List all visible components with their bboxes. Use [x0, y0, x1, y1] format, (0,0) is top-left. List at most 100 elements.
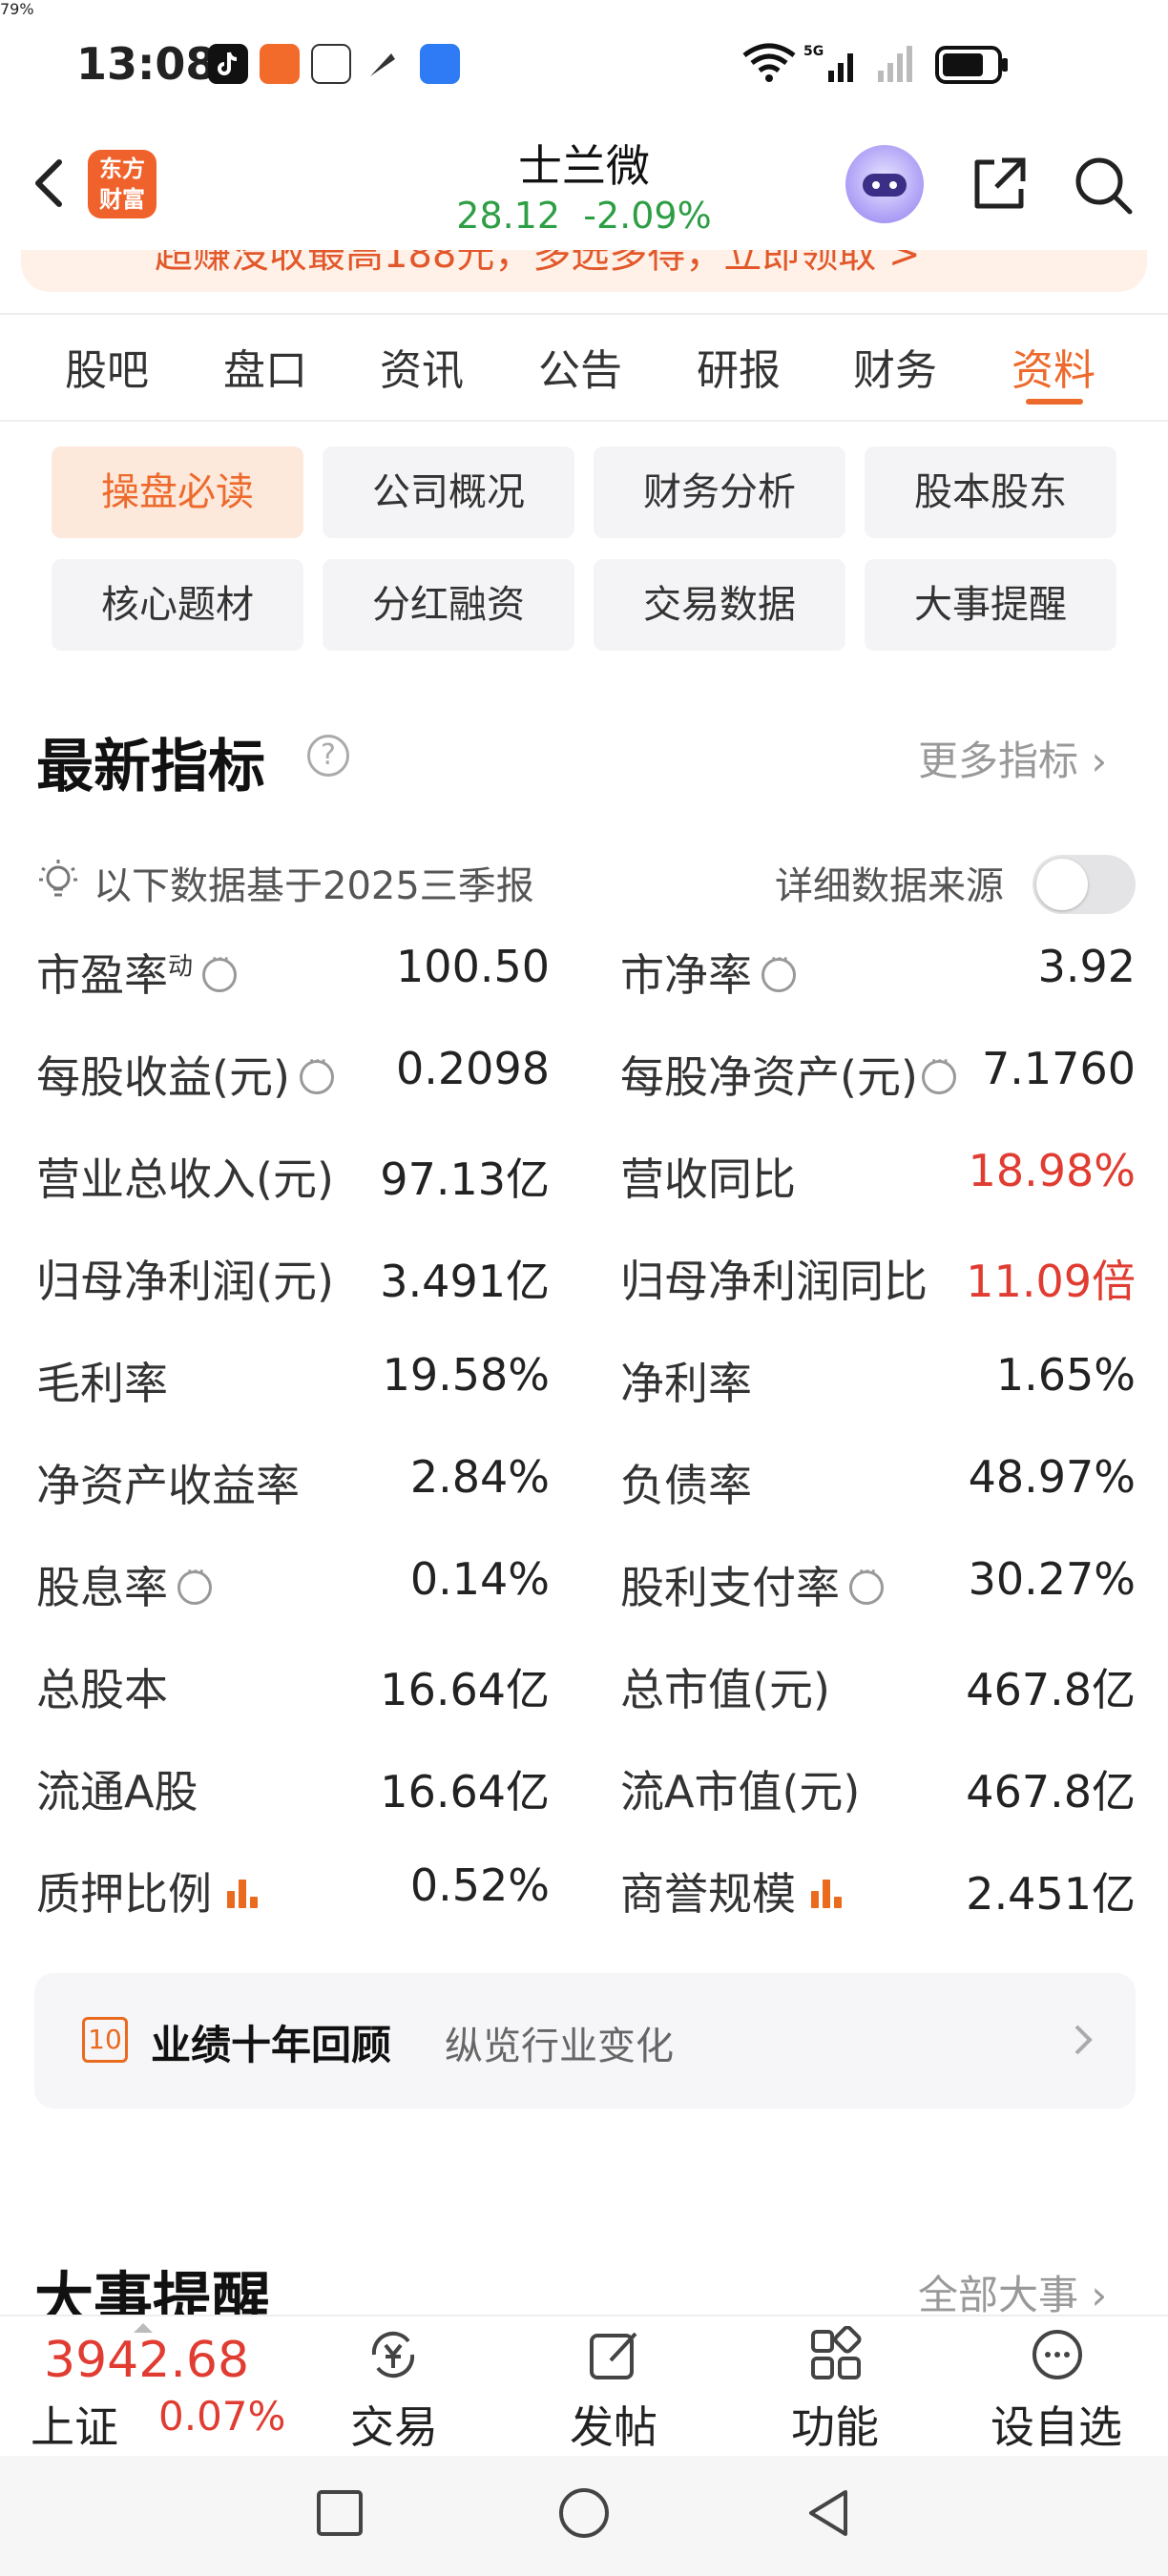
metric-value-roe: 2.84%	[409, 1451, 550, 1503]
metric-value-float-market-cap: 467.8亿	[966, 1766, 1136, 1818]
metric-label-goodwill: 商誉规模	[620, 1859, 845, 1922]
ai-assistant-avatar[interactable]	[845, 145, 924, 223]
eastmoney-logo[interactable]: 东方 财富	[88, 150, 156, 218]
search-icon[interactable]	[1071, 153, 1136, 218]
metric-value-payout-ratio: 30.27%	[968, 1553, 1136, 1605]
index-name[interactable]: 上证	[31, 2393, 118, 2456]
data-source-label: 详细数据来源	[775, 864, 1004, 908]
douyin-icon	[208, 44, 248, 84]
tab-news[interactable]: 资讯	[380, 336, 464, 397]
toggle-knob	[1036, 859, 1088, 910]
signal-5g-icon: 5G	[803, 42, 861, 88]
stock-change: -2.09%	[583, 195, 712, 237]
chip-shareholders[interactable]: 股本股东	[865, 447, 1116, 538]
metric-value-pe: 100.50	[396, 941, 550, 992]
metric-label-market-cap: 总市值(元)	[620, 1664, 830, 1715]
chip-event-reminders[interactable]: 大事提醒	[865, 559, 1116, 651]
chip-trading-essentials[interactable]: 操盘必读	[52, 447, 303, 538]
trade-icon[interactable]	[365, 2326, 422, 2383]
index-value[interactable]: 3942.68	[44, 2332, 249, 2389]
metric-value-net-margin: 1.65%	[995, 1349, 1136, 1401]
metric-label-roe: 净资产收益率	[36, 1460, 300, 1511]
chevron-right-icon	[1071, 2021, 1097, 2059]
home-icon[interactable]	[557, 2486, 611, 2540]
tab-finance[interactable]: 财务	[853, 336, 937, 397]
metric-value-float-shares: 16.64亿	[380, 1766, 550, 1818]
tab-pankou[interactable]: 盘口	[223, 336, 307, 397]
section-title-indicators: 最新指标	[36, 734, 265, 800]
info-dots-icon[interactable]	[177, 1558, 212, 1605]
recent-apps-icon[interactable]	[313, 2486, 366, 2540]
metric-label-net-profit-yoy: 归母净利润同比	[620, 1256, 928, 1307]
metric-label-net-profit: 归母净利润(元)	[36, 1256, 334, 1307]
bar-chart-icon[interactable]	[225, 1876, 261, 1908]
chip-core-themes[interactable]: 核心题材	[52, 559, 303, 651]
tab-active-indicator	[1026, 399, 1083, 405]
index-change[interactable]: 0.07%	[158, 2393, 285, 2440]
data-source-toggle[interactable]	[1032, 855, 1136, 914]
metric-label-pb: 市净率	[620, 941, 796, 1004]
tab-profile[interactable]: 资料	[1012, 336, 1095, 397]
metric-value-pb: 3.92	[1037, 941, 1136, 992]
metric-value-revenue: 97.13亿	[380, 1153, 550, 1205]
info-dots-icon[interactable]	[849, 1558, 884, 1605]
lightbulb-icon	[36, 857, 80, 904]
post-icon[interactable]	[586, 2326, 643, 2383]
ten-year-icon: 10	[82, 2017, 128, 2063]
nav-trade[interactable]: 交易	[323, 2393, 466, 2456]
nav-post[interactable]: 发帖	[542, 2393, 685, 2456]
metric-label-net-margin: 净利率	[620, 1358, 752, 1409]
bar-chart-icon[interactable]	[809, 1876, 845, 1908]
metric-label-payout-ratio: 股利支付率	[620, 1553, 884, 1616]
nav-add-watchlist[interactable]: 设自选	[985, 2393, 1128, 2456]
status-time: 13:08	[76, 38, 217, 90]
chip-dividends-financing[interactable]: 分红融资	[323, 559, 574, 651]
metric-label-total-shares: 总股本	[36, 1664, 168, 1715]
metric-value-market-cap: 467.8亿	[966, 1664, 1136, 1715]
promo-banner-text: 超赚没收最高188元，多选多得，立即领取 >	[155, 250, 921, 277]
more-indicators-link[interactable]: 更多指标 ›	[918, 729, 1107, 787]
metric-label-eps: 每股收益(元)	[36, 1043, 334, 1106]
info-dots-icon[interactable]	[761, 945, 796, 992]
metric-value-net-profit-yoy: 11.09倍	[966, 1256, 1136, 1307]
metric-value-pledge-ratio: 0.52%	[409, 1859, 550, 1911]
metric-value-net-profit: 3.491亿	[380, 1256, 550, 1307]
info-dots-icon[interactable]	[299, 1048, 334, 1094]
all-events-link[interactable]: 全部大事 ›	[918, 2263, 1107, 2321]
chip-company-overview[interactable]: 公司概况	[323, 447, 574, 538]
review-title: 业绩十年回顾	[151, 2022, 392, 2068]
metric-label-pledge-ratio: 质押比例	[36, 1859, 261, 1922]
metric-label-revenue-yoy: 营收同比	[620, 1153, 796, 1205]
metric-label-pe: 市盈率动	[36, 941, 238, 1004]
functions-icon[interactable]	[807, 2325, 865, 2383]
data-basis-note: 以下数据基于2025三季报	[94, 864, 534, 908]
tab-guba[interactable]: 股吧	[65, 336, 149, 397]
kuaishou-icon	[260, 44, 300, 84]
metric-value-bvps: 7.1760	[982, 1043, 1136, 1094]
share-icon[interactable]	[968, 153, 1031, 216]
metric-value-debt-ratio: 48.97%	[968, 1451, 1136, 1503]
stock-name: 士兰微	[518, 140, 650, 192]
metric-label-dividend-yield: 股息率	[36, 1553, 212, 1616]
metric-value-eps: 0.2098	[396, 1043, 550, 1094]
metric-value-gross-margin: 19.58%	[382, 1349, 550, 1401]
chip-trading-data[interactable]: 交易数据	[594, 559, 845, 651]
metric-value-revenue-yoy: 18.98%	[968, 1145, 1136, 1196]
battery-icon	[935, 46, 1010, 88]
metric-value-total-shares: 16.64亿	[380, 1664, 550, 1715]
nav-functions[interactable]: 功能	[763, 2393, 907, 2456]
metric-label-float-market-cap: 流A市值(元)	[620, 1766, 861, 1818]
metric-value-goodwill: 2.451亿	[966, 1868, 1136, 1920]
battery-percent: 79%	[0, 0, 34, 18]
back-button[interactable]	[21, 145, 78, 221]
back-nav-icon[interactable]	[802, 2486, 855, 2540]
info-dots-icon[interactable]	[921, 1048, 956, 1094]
wifi-icon	[740, 42, 798, 88]
tab-research[interactable]: 研报	[697, 336, 781, 397]
help-icon[interactable]: ?	[307, 735, 349, 777]
chip-financial-analysis[interactable]: 财务分析	[594, 447, 845, 538]
add-watchlist-icon[interactable]	[1029, 2326, 1086, 2383]
info-dots-icon[interactable]	[202, 945, 238, 992]
tab-announcements[interactable]: 公告	[538, 336, 622, 397]
promo-banner[interactable]: 超赚没收最高188元，多选多得，立即领取 >	[21, 250, 1147, 292]
